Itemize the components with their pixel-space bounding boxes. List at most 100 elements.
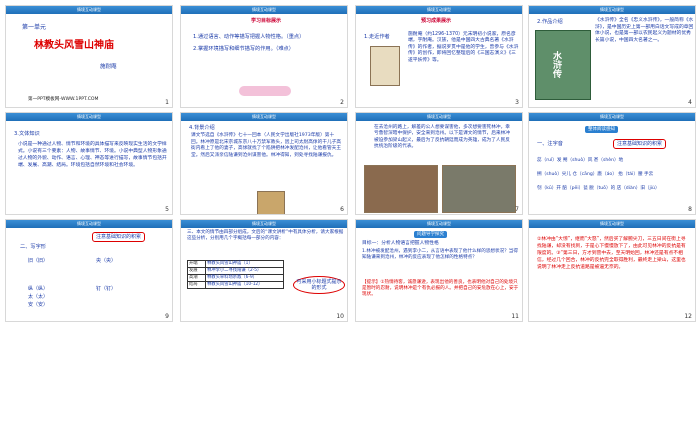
slide-number: 11 [511, 313, 519, 320]
plot-title: 林教头风雪山神庙（1） [205, 260, 284, 268]
author-portrait [370, 46, 400, 86]
genre-text: 小说是一种通过人物、情节和环境的具体描写来反映现实生活的文学样式。小说有三个要素… [18, 142, 167, 168]
slide-thumbnail-1[interactable]: 情境互动课型 第一单元 林教头风雪山神庙 施耐庵 第一PPT模板网-WWW.1P… [5, 5, 173, 108]
work-intro: 《水浒传》全名《忠义水浒传》，一般简称《水浒》，是中国历史上第一部用白话文写成的… [595, 18, 694, 43]
question-text: 1.林冲被发配沧州，遇到李小二，从言语中表现了他什么样的思想状况？当得知陆谦来到… [362, 249, 518, 261]
slide-header: 情境互动课型 [181, 6, 347, 14]
slide-thumbnail-5[interactable]: 情境互动课型 3.文体知识 小说是一种通过人物、情节和环境的具体描写来反映现实生… [5, 112, 173, 215]
section-label: 3.文体知识 [14, 131, 40, 137]
slide-number: 3 [515, 99, 519, 106]
hint-text: 【提示】①热情待客，诚恳谦逊，表现出他的善良，也表明他对自己的处境只是暂时的忍耐… [362, 280, 519, 298]
section-label: 二、写字形 [20, 244, 46, 250]
slide-number: 10 [336, 313, 344, 320]
slide-number: 5 [165, 206, 169, 213]
slide-number: 6 [340, 206, 344, 213]
plot-part: 发展 [187, 267, 206, 275]
section-tag: 预习成果展示 [420, 18, 451, 24]
table-row: 开端 林教头风雪山神庙（1） [187, 260, 284, 268]
slide-thumbnail-11[interactable]: 情境互动课型 问题导学探究 目标一：分析人物语言把握人物性格 1.林冲被发配沧州… [355, 219, 523, 322]
character-illustration [257, 191, 285, 214]
slide-header: 情境互动课型 [181, 113, 347, 121]
slide-number: 1 [165, 99, 169, 106]
slide-thumbnail-10[interactable]: 情境互动课型 三、本文的情节由四部分组成，文后的“课文讲析”中有具体分析，请大家… [180, 219, 348, 322]
plot-title: 林教头草料场杀敌（6-9） [205, 274, 284, 282]
table-row: 结局 林教头风雪山神庙（10-12） [187, 281, 284, 289]
pinyin-line-2: 搠（shuò）尖儿 仓（cāng）廒（áo） 抬（tái）腰 手云 [537, 172, 654, 177]
header-label: 情境互动课型 [252, 221, 276, 226]
author-bio: 施耐庵（约1296-1370）元末明初小说家，原名彦端，字耐庵。汉族，他是中国四… [408, 32, 519, 63]
slide-header: 情境互动课型 [529, 113, 695, 121]
plot-part: 结局 [187, 281, 206, 289]
header-label: 情境互动课型 [427, 114, 451, 119]
slide-thumbnail-3[interactable]: 情境互动课型 预习成果展示 1.走近作者 施耐庵（约1296-1370）元末明初… [355, 5, 523, 108]
section-tag: 学习目标展示 [250, 18, 281, 24]
slide-header: 情境互动课型 [356, 220, 522, 228]
section-label: 4.背景介绍 [189, 125, 215, 131]
slide-thumbnail-4[interactable]: 情境互动课型 2.作品介绍 水浒传 《水浒传》全名《忠义水浒传》，一般简称《水浒… [528, 5, 696, 108]
book-cover-image: 水浒传 [535, 30, 591, 100]
hint-callout: 可采用小标题式提示的形式 [293, 276, 345, 294]
table-row: 发展 林冲李小二寻找陆谦（2-5） [187, 267, 284, 275]
section-pill: 问题导学探究 [414, 231, 447, 238]
author-name: 施耐庵 [100, 64, 117, 70]
glyph-group-1b: 央（央） [96, 258, 117, 264]
slide-header: 情境互动课型 [181, 220, 347, 228]
section-pill: 整体阅读感知 [585, 126, 618, 133]
header-label: 情境互动课型 [600, 114, 624, 119]
note-callout: 注意基础知识的积累 [613, 139, 667, 149]
section-label: 1.走近作者 [364, 34, 390, 40]
header-label: 情境互动课型 [427, 221, 451, 226]
slide-thumbnail-7[interactable]: 情境互动课型 在去沧州的路上，解差的公人想要谋害他，多次想要害死林冲，幸亏鲁智深… [355, 112, 523, 215]
plot-part: 高潮 [187, 274, 206, 282]
slide-thumbnail-6[interactable]: 情境互动课型 4.背景介绍 课文节选自《水浒传》七十一回本（人民文学出版社197… [180, 112, 348, 215]
analysis-text: ②林冲由“大惊”，继而“大怒”，然后买了解腕尖刀，三五日间在街上寻找陆谦，却没有… [537, 237, 686, 270]
header-label: 情境互动课型 [427, 7, 451, 12]
plot-title: 林教头风雪山神庙（10-12） [205, 281, 284, 289]
slide-thumbnail-9[interactable]: 情境互动课型 注意基础知识的积累 二、写字形 旧（旧） 央（央） 纵（纵） 太（… [5, 219, 173, 322]
note-callout: 注意基础知识的积累 [92, 232, 146, 242]
slide-number: 9 [165, 313, 169, 320]
header-label: 情境互动课型 [252, 114, 276, 119]
slide-thumbnail-8[interactable]: 情境互动课型 整体阅读感知 一、注字音 注意基础知识的积累 蕊（ruǐ）发 朔（… [528, 112, 696, 215]
flower-decoration [239, 86, 291, 96]
goal-item-2: 2.掌握环境描写和细节描写的作用。（难点） [193, 46, 294, 52]
slide-number: 8 [688, 206, 692, 213]
film-still-right [442, 165, 516, 213]
plot-table: 开端 林教头风雪山神庙（1） 发展 林冲李小二寻找陆谦（2-5） 高潮 林教头草料场杀… [187, 260, 284, 289]
slide-thumbnail-2[interactable]: 情境互动课型 学习目标展示 1.通过语言、动作等描写把握人物性格。（重点） 2.… [180, 5, 348, 108]
header-label: 情境互动课型 [600, 221, 624, 226]
slide-header: 情境互动课型 [6, 220, 172, 228]
slide-header: 情境互动课型 [529, 220, 695, 228]
section-label: 2.作品介绍 [537, 19, 563, 25]
objective-label: 目标一：分析人物语言把握人物性格 [362, 241, 439, 246]
film-still-left [364, 165, 438, 213]
plot-instructions: 三、本文的情节由四部分组成，文后的“课文讲析”中有具体分析，请大家根据这些分析，… [187, 230, 344, 242]
lesson-headline: 林教头风雪山神庙 [34, 40, 114, 51]
book-title: 水浒传 [551, 51, 561, 78]
pinyin-line-3: 刳（kū）开 醅（pēi）瓮 脱（tuō）的 店（diàn）旧（jiù） [537, 186, 660, 191]
slide-number: 12 [684, 313, 692, 320]
glyph-group-2b: 太（太） [28, 294, 49, 300]
header-label: 情境互动课型 [600, 7, 624, 12]
slide-footer: 第一PPT模板网-WWW.1PPT.COM [28, 97, 99, 102]
slide-grid: 情境互动课型 第一单元 林教头风雪山神庙 施耐庵 第一PPT模板网-WWW.1P… [0, 0, 700, 430]
goal-item-1: 1.通过语言、动作等描写把握人物性格。（重点） [193, 34, 305, 40]
glyph-group-2c: 安（安） [28, 302, 49, 308]
section-label: 一、注字音 [537, 141, 563, 147]
slide-thumbnail-12[interactable]: 情境互动课型 ②林冲由“大惊”，继而“大怒”，然后买了解腕尖刀，三五日间在街上寻… [528, 219, 696, 322]
story-text: 在去沧州的路上，解差的公人想要谋害他，多次想要害死林冲，幸亏鲁智深暗中保护，安全… [374, 125, 510, 150]
header-label: 情境互动课型 [77, 114, 101, 119]
slide-header: 情境互动课型 [6, 113, 172, 121]
slide-number: 4 [688, 99, 692, 106]
glyph-group-2a: 纵（纵） [28, 286, 49, 292]
slide-number: 7 [515, 206, 519, 213]
slide-header: 情境互动课型 [356, 6, 522, 14]
glyph-group-1a: 旧（旧） [28, 258, 49, 264]
plot-part: 开端 [187, 260, 206, 268]
slide-number: 2 [340, 99, 344, 106]
slide-header: 情境互动课型 [356, 113, 522, 121]
header-label: 情境互动课型 [77, 7, 101, 12]
plot-title: 林冲李小二寻找陆谦（2-5） [205, 267, 284, 275]
table-row: 高潮 林教头草料场杀敌（6-9） [187, 274, 284, 282]
glyph-group-2d: 钉（钉） [96, 286, 117, 292]
